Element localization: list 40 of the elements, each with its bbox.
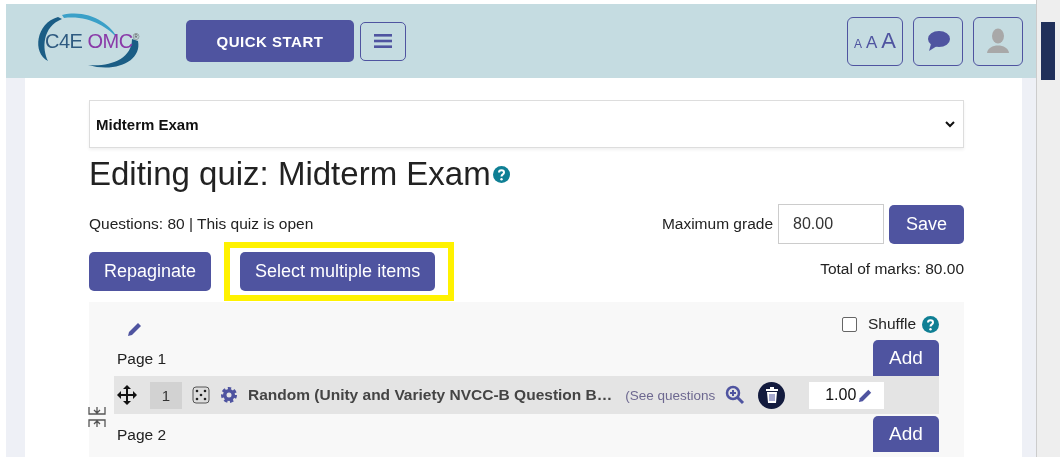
zoom-in-icon[interactable] xyxy=(725,385,746,405)
course-select[interactable]: Midterm Exam xyxy=(89,100,964,148)
add-button[interactable]: Add xyxy=(873,416,939,452)
save-button[interactable]: Save xyxy=(889,204,964,244)
help-icon[interactable] xyxy=(492,165,510,183)
move-icon[interactable] xyxy=(116,384,138,406)
question-title[interactable]: Random (Unity and Variety NVCC-B Question B… xyxy=(248,386,613,404)
see-questions-link[interactable]: (See questions xyxy=(625,387,716,403)
trash-icon xyxy=(764,387,779,403)
menu-button[interactable] xyxy=(360,21,406,61)
maximum-grade-label: Maximum grade xyxy=(661,215,773,233)
page-label: Page 2 xyxy=(117,426,167,445)
maximum-grade-field[interactable]: 80.00 xyxy=(778,204,884,244)
font-size-button[interactable]: A A A xyxy=(847,16,903,66)
quick-start-button[interactable]: QUICK START xyxy=(186,20,354,62)
question-mark-field[interactable]: 1.00 xyxy=(809,381,885,409)
total-marks: Total of marks: 80.00 xyxy=(820,260,964,278)
page-label: Page 1 xyxy=(117,350,167,369)
edit-icon[interactable] xyxy=(126,320,144,338)
message-button[interactable] xyxy=(913,16,963,66)
help-icon[interactable] xyxy=(922,315,939,333)
dice-icon xyxy=(192,386,210,404)
delete-button[interactable] xyxy=(758,381,786,409)
add-button[interactable]: Add xyxy=(873,340,939,376)
action-button[interactable]: Repaginate xyxy=(89,252,212,291)
speech-bubble-icon xyxy=(925,30,951,52)
scrollbar[interactable] xyxy=(1036,0,1060,457)
logo-text: C4E OMC$^{®}$ xyxy=(45,29,139,53)
shuffle-checkbox[interactable] xyxy=(842,316,858,332)
logo[interactable]: C4E OMC$^{®}$ xyxy=(28,9,154,73)
shuffle-label: Shuffle xyxy=(868,315,916,333)
user-button[interactable] xyxy=(973,16,1023,66)
page-title: Editing quiz: Midterm Exam xyxy=(89,154,491,194)
quiz-summary: Questions: 80 | This quiz is open xyxy=(89,215,314,233)
action-button[interactable]: Select multiple items xyxy=(240,252,436,291)
user-icon xyxy=(986,28,1010,54)
question-number: 1 xyxy=(150,381,182,409)
settings-icon[interactable] xyxy=(220,386,238,404)
menu-icon xyxy=(374,34,392,48)
chevron-down-icon xyxy=(945,120,955,128)
